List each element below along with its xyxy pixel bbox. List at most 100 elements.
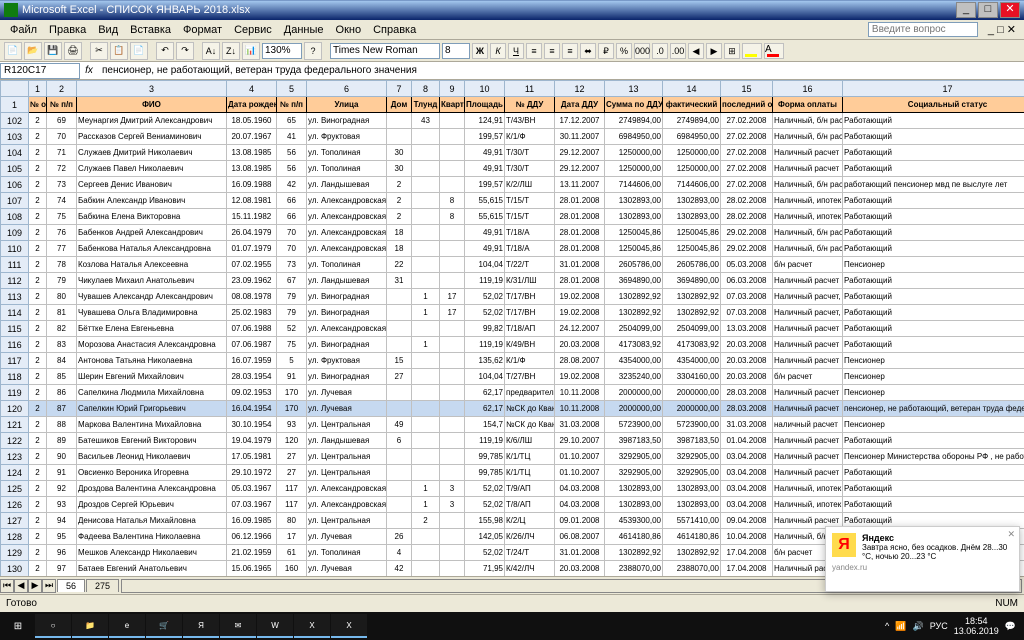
menu-tools[interactable]: Сервис: [228, 24, 278, 36]
dec-dec-icon[interactable]: .00: [670, 43, 686, 59]
menu-edit[interactable]: Правка: [43, 24, 92, 36]
sort-asc-icon[interactable]: A↓: [202, 42, 220, 60]
help-icon[interactable]: ?: [304, 42, 322, 60]
row-header[interactable]: 124: [1, 465, 29, 481]
table-row[interactable]: 116283Морозова Анастасия Александровна07…: [1, 337, 1024, 353]
align-right-icon[interactable]: ≡: [562, 43, 578, 59]
row-header[interactable]: 130: [1, 561, 29, 577]
table-row[interactable]: 106273Сергеев Денис Иванович16.09.198842…: [1, 177, 1024, 193]
row-header[interactable]: 108: [1, 209, 29, 225]
table-row[interactable]: 124291Овсиенко Вероника Игоревна29.10.19…: [1, 465, 1024, 481]
table-row[interactable]: 109276Бабенков Андрей Александрович26.04…: [1, 225, 1024, 241]
merge-icon[interactable]: ⬌: [580, 43, 596, 59]
close-button[interactable]: ✕: [1000, 2, 1020, 18]
tray-network-icon[interactable]: 📶: [895, 621, 906, 632]
undo-icon[interactable]: ↶: [156, 42, 174, 60]
column-headers[interactable]: 1234567891011121314151617: [1, 81, 1024, 97]
row-header[interactable]: 110: [1, 241, 29, 257]
sheet-tab[interactable]: 275: [86, 579, 119, 592]
table-row[interactable]: 115282Бёттке Елена Евгеньевна07.06.19885…: [1, 321, 1024, 337]
edge-icon[interactable]: e: [109, 614, 145, 638]
table-row[interactable]: 117284Антонова Татьяна Николаевна16.07.1…: [1, 353, 1024, 369]
row-header[interactable]: 109: [1, 225, 29, 241]
sheet-nav-prev[interactable]: ◀: [14, 579, 28, 593]
print-icon[interactable]: 🖨: [64, 42, 82, 60]
row-header[interactable]: 118: [1, 369, 29, 385]
table-row[interactable]: 113280Чувашев Александр Александрович08.…: [1, 289, 1024, 305]
row-header[interactable]: 102: [1, 113, 29, 129]
question-input[interactable]: [868, 22, 978, 37]
menu-format[interactable]: Формат: [177, 24, 228, 36]
menu-view[interactable]: Вид: [92, 24, 124, 36]
row-header[interactable]: 123: [1, 449, 29, 465]
menu-data[interactable]: Данные: [278, 24, 330, 36]
sort-desc-icon[interactable]: Z↓: [222, 42, 240, 60]
dec-inc-icon[interactable]: .0: [652, 43, 668, 59]
excel-icon[interactable]: X: [294, 614, 330, 638]
text-color-icon[interactable]: A: [764, 43, 784, 59]
font-select[interactable]: [330, 43, 440, 59]
fill-color-icon[interactable]: [742, 43, 762, 59]
bold-icon[interactable]: Ж: [472, 43, 488, 59]
row-header[interactable]: 129: [1, 545, 29, 561]
sheet-nav-first[interactable]: ⏮: [0, 579, 14, 593]
indent-inc-icon[interactable]: ▶: [706, 43, 722, 59]
row-header[interactable]: 121: [1, 417, 29, 433]
menu-help[interactable]: Справка: [367, 24, 422, 36]
row-header[interactable]: 122: [1, 433, 29, 449]
table-row[interactable]: 108275Бабкина Елена Викторовна15.11.1982…: [1, 209, 1024, 225]
store-icon[interactable]: 🛒: [146, 614, 182, 638]
tray-date[interactable]: 13.06.2019: [954, 626, 999, 636]
cut-icon[interactable]: ✂: [90, 42, 108, 60]
word-icon[interactable]: W: [257, 614, 293, 638]
notification-toast[interactable]: ✕ Я Яндекс Завтра ясно, без осадков. Днё…: [825, 526, 1020, 592]
row-header[interactable]: 114: [1, 305, 29, 321]
tray-up-icon[interactable]: ^: [885, 621, 889, 631]
table-row[interactable]: 114281Чувашева Ольга Владимировна25.02.1…: [1, 305, 1024, 321]
table-row[interactable]: 121288Маркова Валентина Михайловна30.10.…: [1, 417, 1024, 433]
worksheet-grid[interactable]: 1234567891011121314151617 1№ очеред№ п/п…: [0, 80, 1024, 576]
menu-insert[interactable]: Вставка: [124, 24, 177, 36]
sheet-tab-active[interactable]: 56: [57, 579, 85, 592]
row-header[interactable]: 105: [1, 161, 29, 177]
table-row[interactable]: 105272Служаев Павел Николаевич13.08.1985…: [1, 161, 1024, 177]
row-header[interactable]: 117: [1, 353, 29, 369]
table-row[interactable]: 120287Сапелкин Юрий Григорьевич16.04.195…: [1, 401, 1024, 417]
system-tray[interactable]: ^ 📶 🔊 РУС 18:54 13.06.2019 💬: [879, 616, 1022, 636]
formula-input[interactable]: пенсионер, не работающий, ветеран труда …: [98, 65, 1024, 76]
open-icon[interactable]: 📂: [24, 42, 42, 60]
row-header[interactable]: 126: [1, 497, 29, 513]
row-header[interactable]: 116: [1, 337, 29, 353]
sheet-nav-last[interactable]: ⏭: [42, 579, 56, 593]
table-row[interactable]: 104271Служаев Дмитрий Николаевич13.08.19…: [1, 145, 1024, 161]
name-box[interactable]: R120C17: [0, 63, 80, 79]
align-center-icon[interactable]: ≡: [544, 43, 560, 59]
table-row[interactable]: 107274Бабкин Александр Иванович12.08.198…: [1, 193, 1024, 209]
menu-window[interactable]: Окно: [330, 24, 368, 36]
tray-lang[interactable]: РУС: [930, 621, 948, 631]
menu-inner-close[interactable]: _ □ ✕: [984, 23, 1020, 36]
row-header[interactable]: 107: [1, 193, 29, 209]
row-header[interactable]: 104: [1, 145, 29, 161]
menu-file[interactable]: Файл: [4, 24, 43, 36]
mail-icon[interactable]: ✉: [220, 614, 256, 638]
start-button[interactable]: ⊞: [2, 614, 34, 638]
row-header[interactable]: 111: [1, 257, 29, 273]
table-row[interactable]: 112279Чикулаев Михаил Анатольевич23.09.1…: [1, 273, 1024, 289]
fontsize-select[interactable]: [442, 43, 470, 59]
row-header[interactable]: 115: [1, 321, 29, 337]
sheet-nav-next[interactable]: ▶: [28, 579, 42, 593]
table-row[interactable]: 103270Рассказов Сергей Вениаминович20.07…: [1, 129, 1024, 145]
fx-icon[interactable]: fx: [80, 65, 98, 76]
yandex-icon[interactable]: Я: [183, 614, 219, 638]
save-icon[interactable]: 💾: [44, 42, 62, 60]
row-header[interactable]: 106: [1, 177, 29, 193]
chart-icon[interactable]: 📊: [242, 42, 260, 60]
row-header[interactable]: 112: [1, 273, 29, 289]
copy-icon[interactable]: 📋: [110, 42, 128, 60]
indent-dec-icon[interactable]: ◀: [688, 43, 704, 59]
new-icon[interactable]: 📄: [4, 42, 22, 60]
currency-icon[interactable]: ₽: [598, 43, 614, 59]
paste-icon[interactable]: 📄: [130, 42, 148, 60]
comma-icon[interactable]: 000: [634, 43, 650, 59]
